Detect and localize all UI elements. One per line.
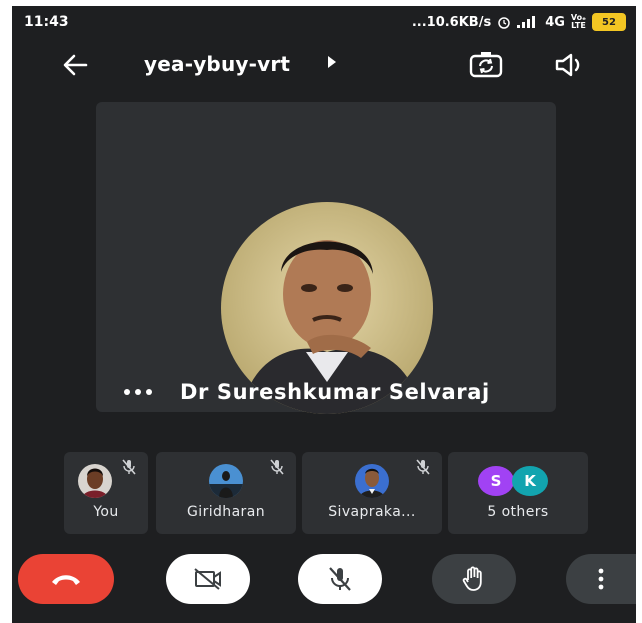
speaker-icon[interactable]	[553, 50, 587, 80]
end-call-icon	[52, 575, 80, 585]
avatar	[355, 464, 389, 498]
main-speaker-tile[interactable]: Dr Sureshkumar Selvaraj	[96, 102, 556, 414]
mic-off-icon	[329, 567, 351, 591]
participant-tile-giridharan[interactable]: Giridharan	[156, 452, 296, 534]
participant-name: You	[93, 504, 119, 520]
camera-toggle-button[interactable]	[166, 554, 250, 604]
status-right: ...10.6KB/s 4G Voₑ LTE 52	[412, 13, 626, 31]
mic-muted-icon	[270, 459, 284, 475]
back-arrow-icon[interactable]	[60, 50, 90, 80]
participant-name: Sivapraka...	[328, 504, 416, 520]
alarm-icon	[498, 17, 510, 29]
status-time: 11:43	[24, 14, 69, 30]
avatar	[78, 464, 112, 498]
mic-muted-icon	[122, 459, 136, 475]
mic-muted-icon	[416, 459, 430, 475]
more-vertical-icon	[598, 568, 604, 590]
call-controls	[12, 554, 636, 612]
participant-tile-others[interactable]: S K 5 others	[448, 452, 588, 534]
meeting-header: yea-ybuy-vrt	[12, 44, 636, 88]
switch-camera-icon[interactable]	[468, 50, 504, 80]
end-call-button[interactable]	[18, 554, 114, 604]
participant-tile-sivapraka[interactable]: Sivapraka...	[302, 452, 442, 534]
status-bar: 11:43 ...10.6KB/s 4G Voₑ LTE 52	[12, 6, 636, 36]
mic-toggle-button[interactable]	[298, 554, 382, 604]
raise-hand-button[interactable]	[432, 554, 516, 604]
volte-bottom: LTE	[571, 21, 586, 30]
avatar-chip-k: K	[512, 466, 548, 496]
network-speed: ...10.6KB/s	[411, 14, 492, 30]
avatar-chip-s: S	[478, 466, 514, 496]
camera-off-icon	[194, 568, 221, 590]
more-horizontal-icon[interactable]	[124, 389, 152, 395]
volte-icon: Voₑ LTE	[571, 14, 586, 30]
caret-right-icon[interactable]	[328, 56, 336, 68]
signal-icon	[517, 16, 536, 28]
speaker-label: Dr Sureshkumar Selvaraj	[124, 380, 490, 404]
battery-icon: 52	[592, 13, 626, 31]
more-options-button[interactable]	[566, 554, 636, 604]
speaker-name: Dr Sureshkumar Selvaraj	[180, 380, 490, 404]
raise-hand-icon	[462, 566, 482, 591]
participant-strip: You Giridharan Sivapraka... S K 5 others	[64, 452, 604, 534]
participant-tile-you[interactable]: You	[64, 452, 148, 534]
participant-name: 5 others	[487, 504, 549, 520]
participant-name: Giridharan	[187, 504, 265, 520]
meet-screen: 11:43 ...10.6KB/s 4G Voₑ LTE 52 yea-ybuy-…	[12, 6, 636, 623]
avatar	[209, 464, 243, 498]
battery-level: 52	[602, 16, 616, 28]
network-type: 4G	[545, 14, 565, 30]
meeting-code[interactable]: yea-ybuy-vrt	[144, 52, 290, 76]
